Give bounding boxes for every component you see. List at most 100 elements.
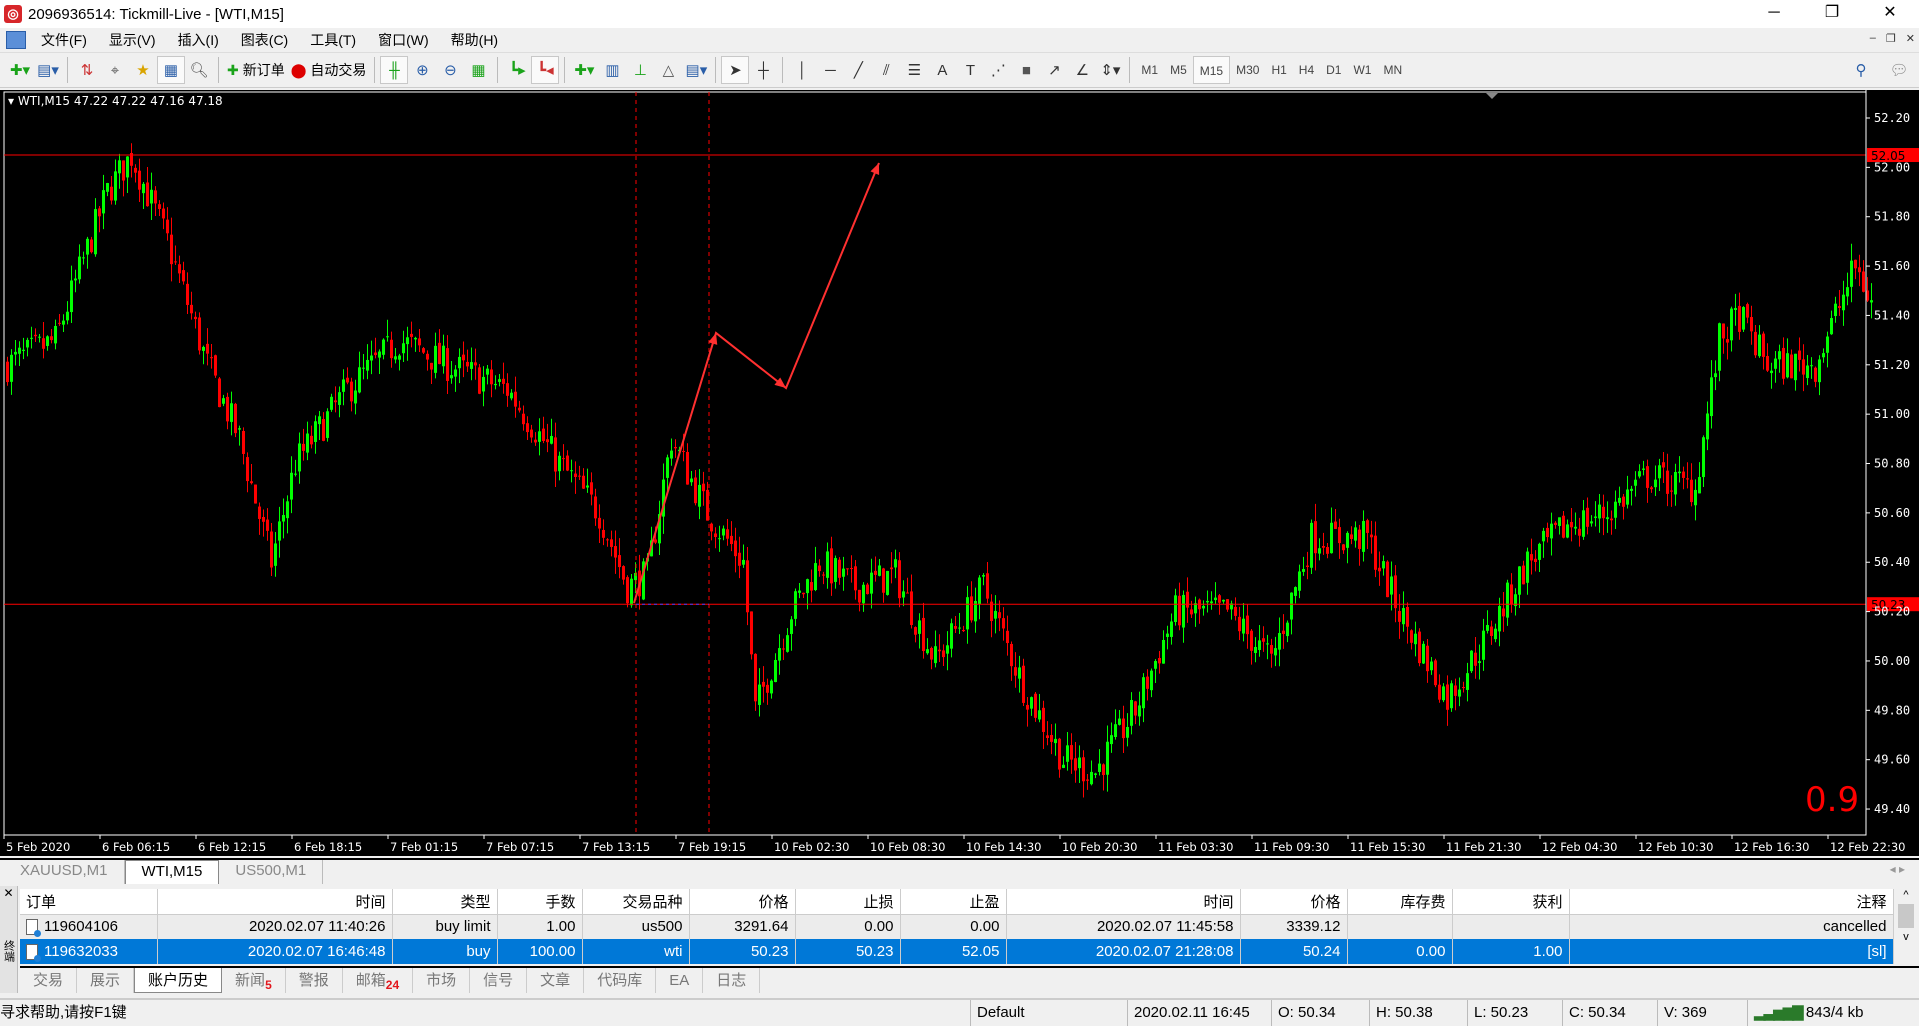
tile-windows-icon[interactable]: ▦ [464,56,492,84]
column-header[interactable]: 时间 [157,889,393,915]
auto-trading-button[interactable]: ⬤ 自动交易 [288,56,370,84]
minimize-button[interactable]: ─ [1745,0,1803,28]
menu-charts[interactable]: 图表(C) [230,30,299,50]
equidistant-channel-icon[interactable]: ⫽ [872,56,900,84]
timeframe-m5[interactable]: M5 [1164,56,1193,84]
chart-canvas[interactable]: 52.0550.2352.2052.0051.8051.6051.4051.20… [0,90,1919,856]
zoom-in-icon[interactable]: ⊕ [408,56,436,84]
chart-template-icon[interactable]: ▤▾ [682,56,710,84]
periods-icon[interactable]: ▥ [598,56,626,84]
candle-body [1794,353,1797,381]
text-icon[interactable]: A [928,56,956,84]
terminal-tab[interactable]: 账户历史 [134,968,223,993]
column-header[interactable]: 止盈 [900,889,1007,915]
terminal-tab[interactable]: 新闻5 [222,968,286,993]
auto-scroll-icon[interactable]: ┗▸ [503,56,531,84]
templates-icon[interactable]: ⊥ [626,56,654,84]
timeframe-mn[interactable]: MN [1377,56,1408,84]
candle [854,560,857,600]
cursor-icon[interactable]: ➤ [721,56,750,84]
candle-body [298,443,301,472]
restore-button[interactable]: ❐ [1803,0,1861,28]
table-row[interactable]: 119632033 2020.02.07 16:46:48 buy 100.00 wti… [20,939,1894,964]
timeframe-m30[interactable]: M30 [1230,56,1265,84]
crosshair-icon[interactable]: ┼ [749,56,777,84]
column-header[interactable]: 获利 [1452,889,1570,915]
menu-window[interactable]: 窗口(W) [367,30,440,50]
angle-icon[interactable]: ∠ [1068,56,1096,84]
close-button[interactable]: ✕ [1861,0,1919,28]
mdi-restore-button[interactable]: ❐ [1886,32,1896,45]
gann-icon[interactable]: ↗ [1040,56,1068,84]
terminal-tab[interactable]: 邮箱24 [343,968,414,993]
terminal-tab[interactable]: 日志 [703,968,761,993]
text-label-icon[interactable]: T [956,56,984,84]
column-header[interactable]: 手数 [497,889,583,915]
chart-tab-us500[interactable]: US500,M1 [219,860,324,884]
mdi-close-button[interactable]: ✕ [1906,32,1915,45]
terminal-icon[interactable]: ▦ [157,56,185,84]
column-header[interactable]: 交易品种 [582,889,690,915]
tabs-scroll-arrows[interactable]: ◂ ▸ [1890,862,1905,876]
column-header[interactable]: 库存费 [1347,889,1453,915]
terminal-tab[interactable]: 交易 [20,968,78,993]
candle-body [246,457,249,482]
terminal-tab[interactable]: 文章 [527,968,585,993]
indicators-icon[interactable]: ✚▾ [570,56,598,84]
table-row[interactable]: 119604106 2020.02.07 11:40:26 buy limit 1.0… [20,914,1894,939]
arrows-icon[interactable]: ⇕▾ [1096,56,1124,84]
timeframe-d1[interactable]: D1 [1320,56,1347,84]
terminal-tab[interactable]: 信号 [470,968,528,993]
table-scrollbar[interactable]: ^ v [1895,889,1917,961]
candle [434,332,437,379]
column-header[interactable]: 注释 [1569,889,1894,915]
vertical-line-icon[interactable]: │ [788,56,816,84]
data-window-icon[interactable]: ⌖ [101,56,129,84]
timeframe-m15[interactable]: M15 [1192,56,1231,84]
navigator-icon[interactable]: ★ [129,56,157,84]
column-header[interactable]: 止损 [795,889,901,915]
line-chart-icon[interactable]: △ [654,56,682,84]
menu-help[interactable]: 帮助(H) [440,30,509,50]
search-icon[interactable]: ⚲ [1847,56,1875,84]
terminal-tab[interactable]: EA [656,968,704,993]
column-header[interactable]: 价格 [689,889,796,915]
menu-file[interactable]: 文件(F) [30,30,98,50]
chart-shift-icon[interactable]: ┗◂ [531,56,560,84]
zoom-out-icon[interactable]: ⊖ [436,56,464,84]
chart-tab-wti[interactable]: WTI,M15 [124,860,220,884]
market-watch-icon[interactable]: ⇅ [73,56,101,84]
terminal-tab[interactable]: 市场 [413,968,471,993]
candlesticks-icon[interactable]: ╫ [380,56,409,84]
new-order-button[interactable]: ✚ 新订单 [224,56,288,84]
menu-tools[interactable]: 工具(T) [299,30,367,50]
column-header[interactable]: 价格 [1240,889,1348,915]
chat-icon[interactable]: 💬︎ [1885,56,1913,84]
horizontal-line-icon[interactable]: ─ [816,56,844,84]
rectangle-icon[interactable]: ■ [1012,56,1040,84]
column-header[interactable]: 时间 [1006,889,1241,915]
chart-window-icon[interactable] [6,31,26,49]
fibonacci-icon[interactable]: ☰ [900,56,928,84]
menu-view[interactable]: 显示(V) [98,30,167,50]
timeframe-m1[interactable]: M1 [1135,56,1164,84]
menu-insert[interactable]: 插入(I) [167,30,230,50]
price-chart[interactable]: 52.05 50.23 52.20 52.00 51.80 51.60 51.40 51.20… [0,90,1919,856]
column-header[interactable]: 类型 [392,889,498,915]
trendline-icon[interactable]: ╱ [844,56,872,84]
terminal-tab[interactable]: 代码库 [584,968,657,993]
new-chart-icon[interactable]: ✚▾ [6,56,34,84]
mdi-minimize-button[interactable]: – [1870,32,1876,45]
chart-tab-xauusd[interactable]: XAUUSD,M1 [4,860,125,884]
timeframe-h4[interactable]: H4 [1293,56,1320,84]
timeframe-w1[interactable]: W1 [1347,56,1377,84]
terminal-tab[interactable]: 警报 [286,968,343,993]
column-header[interactable]: 订单 [20,889,158,915]
profiles-icon[interactable]: ▤▾ [34,56,62,84]
timeframe-h1[interactable]: H1 [1265,56,1292,84]
candle [246,452,249,493]
terminal-tab[interactable]: 展示 [77,968,135,993]
strategy-tester-icon[interactable]: 🔍︎ [185,56,213,84]
fibo-fan-icon[interactable]: ⋰ [984,56,1012,84]
terminal-close-button[interactable]: ✕ [0,886,17,900]
